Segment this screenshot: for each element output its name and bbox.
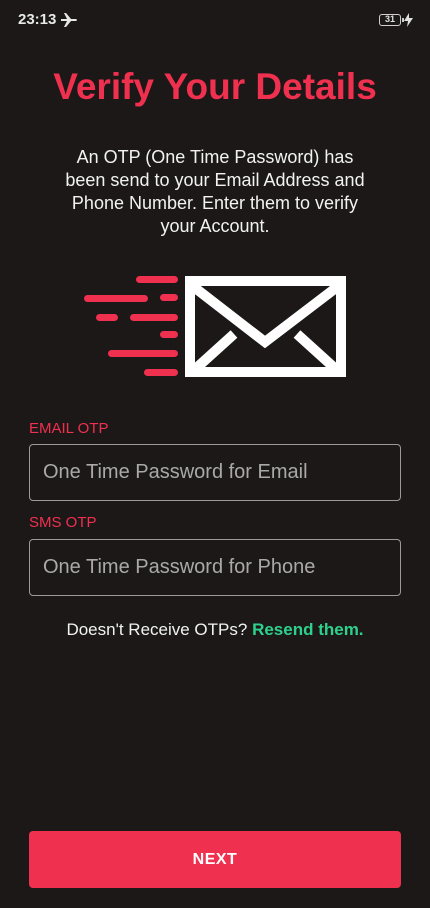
- status-time: 23:13: [18, 11, 57, 28]
- airplane-mode-icon: [61, 13, 77, 27]
- page-subtitle: An OTP (One Time Password) has been send…: [65, 147, 365, 236]
- next-button[interactable]: NEXT: [29, 831, 401, 888]
- sms-otp-input[interactable]: [29, 539, 401, 596]
- page-title: Verify Your Details: [53, 66, 377, 107]
- email-sent-envelope-icon: [84, 276, 346, 377]
- resend-prompt: Doesn't Receive OTPs?: [66, 620, 248, 639]
- battery-level: 31: [384, 14, 395, 24]
- resend-link[interactable]: Resend them.: [252, 620, 363, 639]
- charging-bolt-icon: [404, 13, 413, 27]
- sms-otp-label: SMS OTP: [29, 514, 97, 531]
- battery-icon: 31: [379, 14, 404, 26]
- email-otp-input[interactable]: [29, 444, 401, 501]
- resend-row: Doesn't Receive OTPs? Resend them.: [0, 620, 430, 640]
- email-otp-label: EMAIL OTP: [29, 420, 109, 437]
- status-bar: 23:13 31: [0, 0, 430, 40]
